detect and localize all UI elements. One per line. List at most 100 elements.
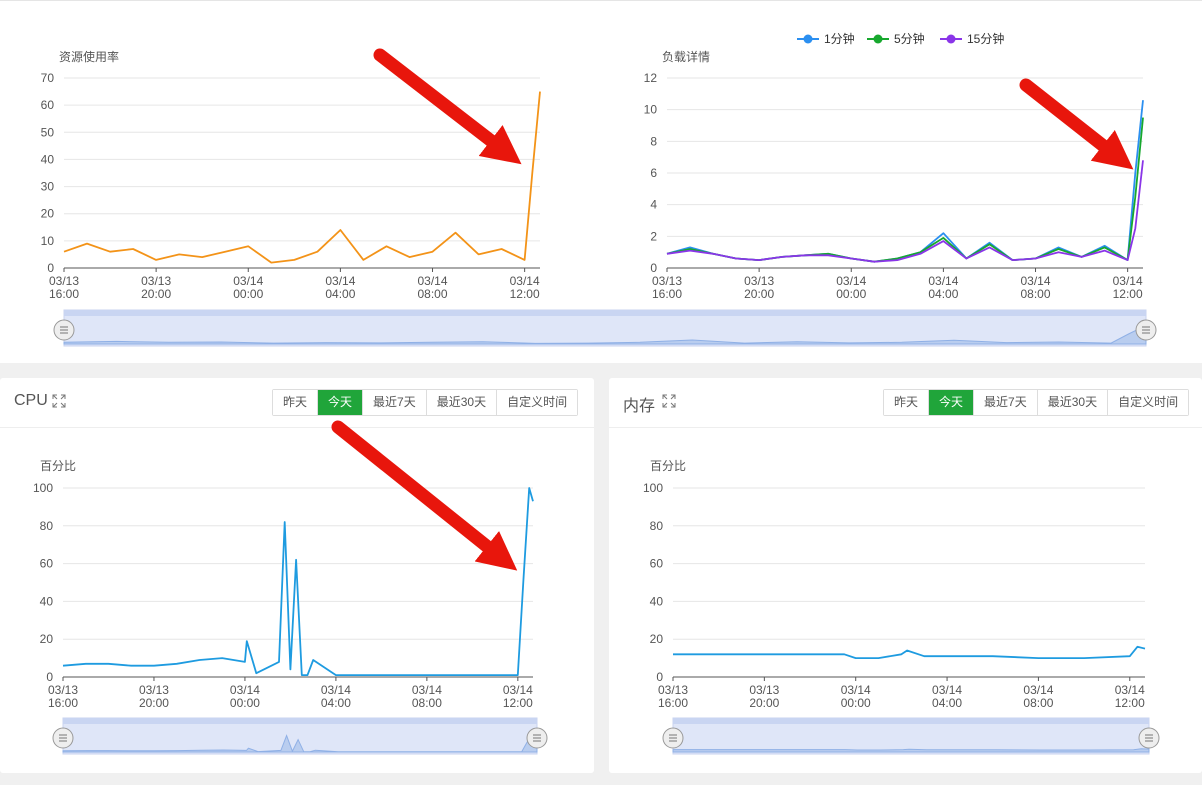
x-tick-label: 03/14 (836, 274, 866, 288)
y-tick-label: 60 (650, 557, 664, 571)
x-tick-label: 20:00 (141, 287, 171, 301)
x-tick-label: 03/14 (418, 274, 448, 288)
y-tick-label: 0 (650, 261, 657, 275)
x-tick-label: 03/14 (321, 683, 351, 697)
x-tick-label: 12:00 (510, 287, 540, 301)
x-tick-label: 12:00 (503, 696, 533, 710)
x-tick-label: 20:00 (744, 287, 774, 301)
x-tick-label: 03/14 (1113, 274, 1143, 288)
y-tick-label: 10 (41, 234, 55, 248)
x-tick-label: 03/13 (652, 274, 682, 288)
x-tick-label: 04:00 (325, 287, 355, 301)
y-axis-label: 百分比 (650, 459, 686, 473)
y-tick-label: 40 (41, 152, 55, 166)
x-tick-label: 16:00 (48, 696, 78, 710)
series-line (673, 645, 1146, 660)
y-tick-label: 50 (41, 125, 55, 139)
y-tick-label: 80 (650, 519, 664, 533)
series-line (63, 91, 541, 264)
x-tick-label: 03/13 (141, 274, 171, 288)
x-tick-label: 16:00 (652, 287, 682, 301)
y-tick-label: 10 (644, 103, 658, 117)
x-tick-label: 16:00 (658, 696, 688, 710)
y-tick-label: 60 (40, 557, 54, 571)
x-tick-label: 03/13 (49, 274, 79, 288)
chart-legend[interactable]: 1分钟 5分钟 15分钟 (797, 31, 1004, 46)
series-line (666, 160, 1144, 263)
y-tick-label: 40 (40, 594, 54, 608)
y-tick-label: 20 (41, 207, 55, 221)
x-tick-label: 03/14 (928, 274, 958, 288)
y-tick-label: 0 (656, 670, 663, 684)
y-tick-label: 100 (33, 481, 53, 495)
y-tick-label: 100 (643, 481, 663, 495)
y-tick-label: 20 (650, 632, 664, 646)
y-tick-label: 70 (41, 71, 55, 85)
x-tick-label: 08:00 (1021, 287, 1051, 301)
zoom-left-handle[interactable] (52, 727, 74, 749)
x-tick-label: 03/13 (749, 683, 779, 697)
series-line (666, 100, 1144, 263)
x-tick-label: 03/14 (932, 683, 962, 697)
x-tick-label: 03/14 (503, 683, 533, 697)
x-tick-label: 03/13 (658, 683, 688, 697)
y-axis-label: 百分比 (40, 459, 76, 473)
x-tick-label: 03/14 (1023, 683, 1053, 697)
y-tick-label: 20 (40, 632, 54, 646)
x-tick-label: 20:00 (749, 696, 779, 710)
y-tick-label: 40 (650, 594, 664, 608)
legend-label: 1分钟 (824, 31, 855, 46)
load-detail-chart: 负载详情 1分钟 5分钟 15分钟 02468101203/1316:0003/13… (644, 31, 1144, 301)
legend-item[interactable]: 5分钟 (867, 31, 925, 46)
y-tick-label: 12 (644, 71, 658, 85)
chart-title: 负载详情 (662, 49, 710, 64)
zoom-slider-handle-bar[interactable] (64, 310, 1146, 316)
x-tick-label: 04:00 (928, 287, 958, 301)
zoom-left-handle[interactable] (53, 319, 75, 341)
cpu-panel: CPU 昨天 今天 最近7天 最近30天 自定义时间 百分比 0 20 40 60 80… (0, 378, 594, 773)
legend-item[interactable]: 1分钟 (797, 31, 855, 46)
top-charts-panel: 资源使用率 0 10 20 30 40 50 60 70 03/13 16:00 03/13 20:0… (0, 0, 1202, 363)
x-tick-label: 04:00 (932, 696, 962, 710)
zoom-right-handle[interactable] (1135, 319, 1157, 341)
series-line (62, 487, 534, 677)
x-tick-label: 03/13 (48, 683, 78, 697)
x-tick-label: 12:00 (1113, 287, 1143, 301)
x-tick-label: 00:00 (230, 696, 260, 710)
x-tick-label: 03/14 (233, 274, 263, 288)
x-tick-label: 00:00 (233, 287, 263, 301)
zoom-slider-handle-bar[interactable] (63, 718, 537, 724)
resource-usage-chart: 资源使用率 01020304050607003/1316:0003/1320:0… (41, 49, 541, 301)
x-tick-label: 03/13 (139, 683, 169, 697)
x-tick-label: 00:00 (836, 287, 866, 301)
x-tick-label: 03/14 (230, 683, 260, 697)
x-tick-label: 04:00 (321, 696, 351, 710)
legend-label: 5分钟 (894, 31, 925, 46)
y-tick-label: 0 (47, 261, 54, 275)
x-tick-label: 16:00 (49, 287, 79, 301)
zoom-right-handle[interactable] (526, 727, 548, 749)
zoom-right-handle[interactable] (1138, 727, 1160, 749)
x-tick-label: 12:00 (1115, 696, 1145, 710)
chart-title: 资源使用率 (59, 49, 119, 64)
zoom-slider-handle-bar[interactable] (673, 718, 1149, 724)
x-tick-label: 03/14 (1115, 683, 1145, 697)
x-tick-label: 03/14 (510, 274, 540, 288)
cpu-chart: 百分比 02040608010003/1316:0003/1320:0003/1… (33, 459, 548, 755)
x-tick-label: 03/14 (325, 274, 355, 288)
zoom-left-handle[interactable] (662, 727, 684, 749)
legend-item[interactable]: 15分钟 (940, 31, 1004, 46)
x-tick-label: 00:00 (841, 696, 871, 710)
x-tick-label: 20:00 (139, 696, 169, 710)
memory-chart: 百分比 02040608010003/1316:0003/1320:0003/1… (643, 459, 1160, 755)
y-tick-label: 4 (650, 198, 657, 212)
y-tick-label: 30 (41, 180, 55, 194)
x-tick-label: 03/14 (1021, 274, 1051, 288)
x-tick-label: 03/14 (841, 683, 871, 697)
memory-panel: 内存 昨天 今天 最近7天 最近30天 自定义时间 百分比 0 20 40 60 80 1… (609, 378, 1202, 773)
y-tick-label: 60 (41, 98, 55, 112)
x-tick-label: 03/13 (744, 274, 774, 288)
x-tick-label: 08:00 (1023, 696, 1053, 710)
y-tick-label: 6 (650, 166, 657, 180)
x-tick-label: 08:00 (418, 287, 448, 301)
